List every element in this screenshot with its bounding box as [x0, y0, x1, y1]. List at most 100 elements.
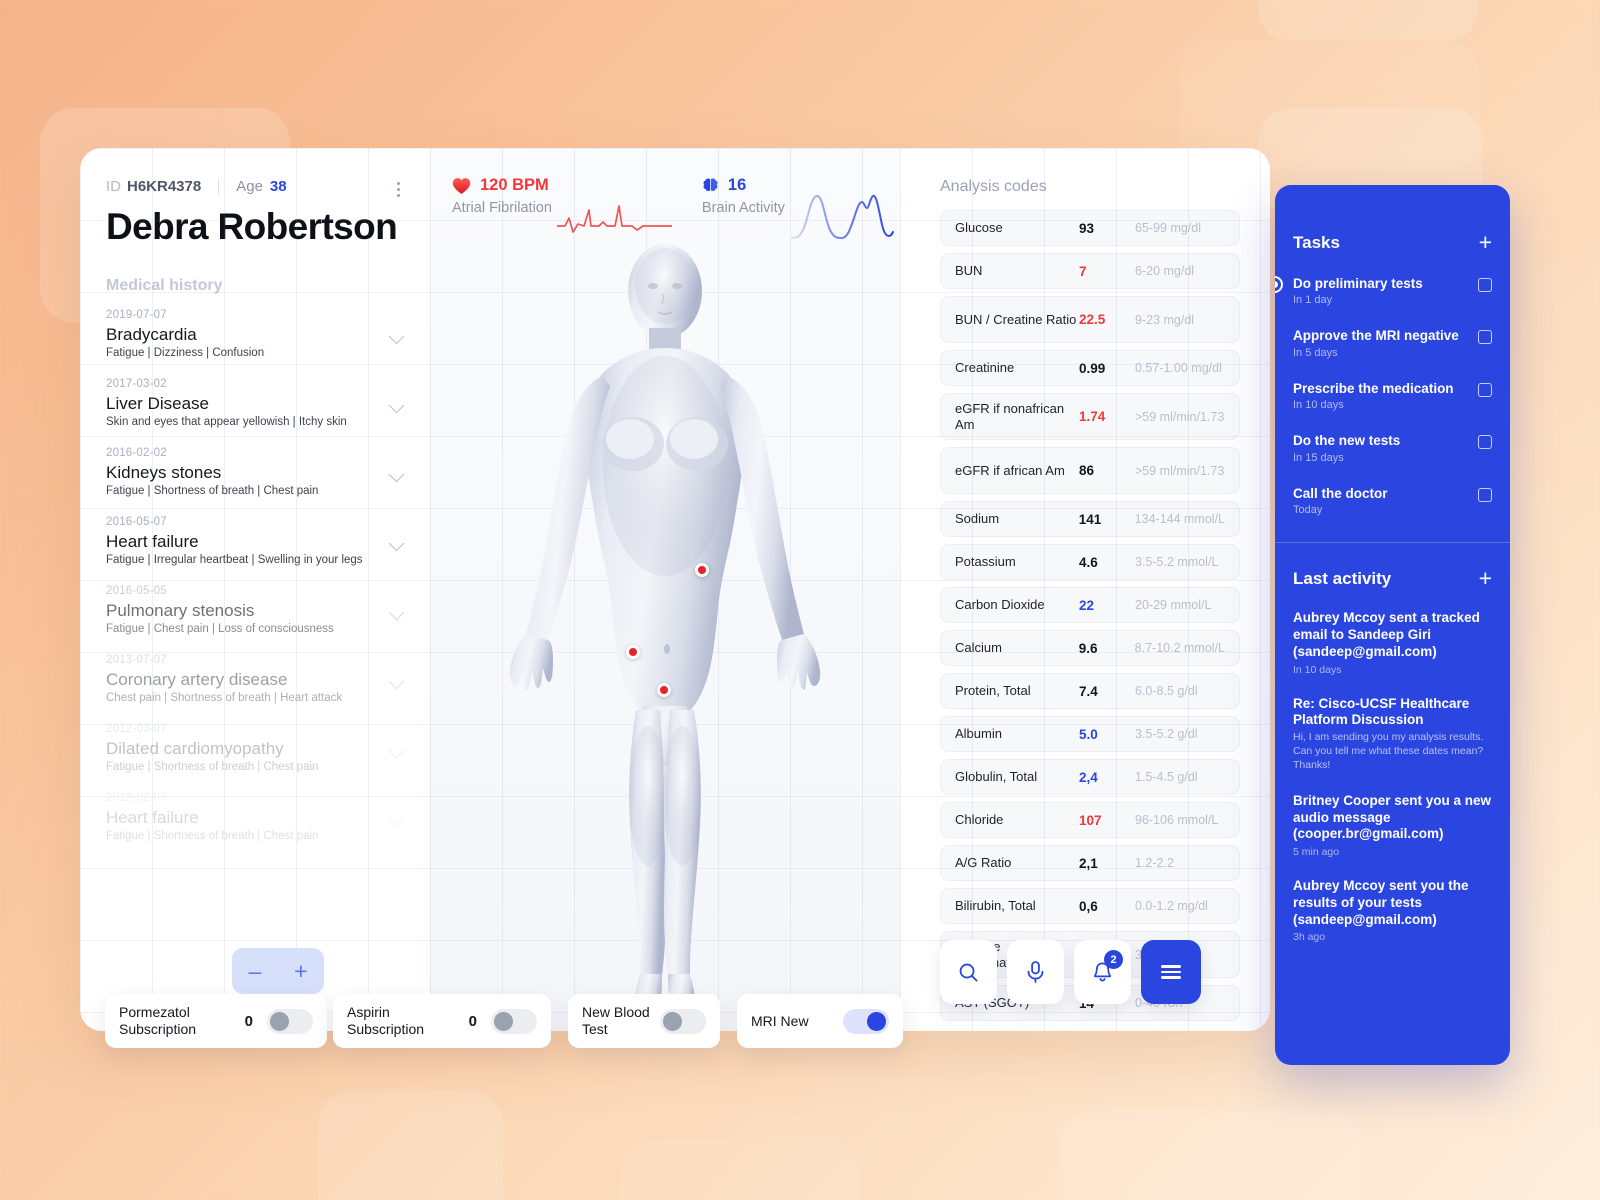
ecg-waveform: [557, 205, 672, 233]
medication-toggle[interactable]: [491, 1008, 537, 1034]
analysis-row[interactable]: Albumin 5.0 3.5-5.2 g/dl: [940, 716, 1240, 752]
notifications-button[interactable]: 2: [1074, 940, 1131, 1004]
medical-history-item[interactable]: 2017-03-02 Liver Disease Skin and eyes tha…: [106, 377, 405, 428]
analysis-name: eGFR if nonafrican Am: [955, 401, 1065, 432]
activity-time: In 10 days: [1293, 663, 1342, 676]
analysis-row[interactable]: Calcium 9.6 8.7-10.2 mmol/L: [940, 630, 1240, 666]
medication-card[interactable]: New Blood Test: [568, 994, 720, 1048]
background-shape: [1258, 0, 1478, 40]
history-date: 2017-03-02: [106, 377, 167, 390]
patient-id-value: H6KR4378: [127, 178, 202, 195]
analysis-title: Analysis codes: [940, 178, 1047, 195]
analysis-row[interactable]: Protein, Total 7.4 6.0-8.5 g/dl: [940, 673, 1240, 709]
menu-button[interactable]: [1141, 940, 1201, 1004]
search-button[interactable]: [940, 940, 997, 1004]
analysis-value: 7.4: [1079, 683, 1098, 699]
analysis-row[interactable]: BUN / Creatine Ratio 22.5 9-23 mg/dl: [940, 296, 1240, 343]
analysis-row[interactable]: Glucose 93 65-99 mg/dl: [940, 210, 1240, 246]
analysis-row[interactable]: Potassium 4.6 3.5-5.2 mmol/L: [940, 544, 1240, 580]
medication-card[interactable]: MRI New: [737, 994, 903, 1048]
notification-badge: 2: [1104, 950, 1123, 969]
analysis-value: 22.5: [1079, 312, 1106, 327]
patient-info-panel: ID H6KR4378 Age 38 Debra Robertson Medic…: [80, 148, 430, 1031]
activity-title-text: Britney Cooper sent you a new audio mess…: [1293, 792, 1492, 842]
analysis-codes-panel: Analysis codes Glucose 93 65-99 mg/dl BUN 7 6…: [900, 148, 1270, 1031]
analysis-row[interactable]: Sodium 141 134-144 mmol/L: [940, 501, 1240, 537]
history-condition: Liver Disease: [106, 393, 209, 413]
voice-input-button[interactable]: [1007, 940, 1064, 1004]
task-item[interactable]: Prescribe the medication In 10 days: [1275, 381, 1510, 411]
analysis-row[interactable]: BUN 7 6-20 mg/dl: [940, 253, 1240, 289]
add-activity-button[interactable]: +: [1479, 567, 1492, 590]
analysis-row[interactable]: Globulin, Total 2,4 1.5-4.5 g/dl: [940, 759, 1240, 795]
body-marker[interactable]: [695, 563, 709, 577]
brain-activity-value: 16: [727, 176, 747, 194]
analysis-row[interactable]: A/G Ratio 2,1 1.2-2.2: [940, 845, 1240, 881]
analysis-range: 65-99 mg/dl: [1135, 221, 1202, 235]
analysis-name: Globulin, Total: [955, 769, 1038, 785]
task-checkbox[interactable]: [1478, 278, 1492, 292]
history-symptoms: Chest pain | Shortness of breath | Heart…: [106, 691, 343, 704]
page-title: Debra Robertson: [106, 206, 398, 247]
medical-history-item[interactable]: 2016-05-07 Heart failure Fatigue | Irregul…: [106, 516, 405, 566]
analysis-range: 134-144 mmol/L: [1134, 512, 1225, 526]
analysis-name: eGFR if african Am: [955, 462, 1065, 478]
activity-item[interactable]: Re: Cisco-UCSF Healthcare Platform Discu…: [1275, 696, 1510, 773]
history-date: 2012-02-07: [106, 791, 167, 804]
analysis-row[interactable]: Creatinine 0.99 0.57-1.00 mg/dl: [940, 350, 1240, 386]
search-icon: [959, 963, 978, 982]
activity-item[interactable]: Aubrey Mccoy sent you the results of you…: [1275, 878, 1510, 943]
analysis-value: 22: [1079, 597, 1095, 613]
more-options-icon[interactable]: [393, 180, 404, 199]
analysis-row[interactable]: eGFR if african Am 86 >59 ml/min/1.73: [940, 447, 1240, 494]
task-checkbox[interactable]: [1478, 435, 1492, 450]
medication-card[interactable]: Aspirin Subscription 0: [333, 994, 551, 1048]
activity-time: 5 min ago: [1293, 846, 1340, 859]
add-task-button[interactable]: +: [1479, 231, 1492, 254]
medical-history-item[interactable]: 2016-05-05 Pulmonary stenosis Fatigue | Ch…: [106, 585, 405, 635]
analysis-name: BUN: [955, 263, 983, 279]
medical-history-item[interactable]: 2019-07-07 Bradycardia Fatigue | Dizziness…: [106, 309, 405, 359]
stepper-decrement-button[interactable]: –: [248, 959, 261, 983]
activity-section: Last activity + Aubrey Mccoy sent a trac…: [1275, 543, 1510, 943]
medication-toggle[interactable]: [660, 1008, 706, 1034]
task-due: In 5 days: [1293, 346, 1338, 359]
active-task-marker: [1275, 278, 1281, 291]
body-marker[interactable]: [626, 645, 640, 659]
body-marker[interactable]: [657, 683, 671, 697]
analysis-row[interactable]: eGFR if nonafrican Am 1.74 >59 ml/min/1.73: [940, 393, 1240, 440]
history-condition: Heart failure: [106, 531, 199, 551]
analysis-name: Carbon Dioxide: [955, 597, 1045, 613]
analysis-range: 6-20 mg/dl: [1135, 264, 1195, 278]
task-checkbox[interactable]: [1478, 382, 1492, 397]
analysis-range: 9-23 mg/dl: [1135, 312, 1195, 327]
task-item[interactable]: Approve the MRI negative In 5 days: [1275, 328, 1510, 359]
activity-item[interactable]: Britney Cooper sent you a new audio mess…: [1275, 793, 1510, 858]
task-checkbox[interactable]: [1478, 487, 1492, 502]
medical-history-item[interactable]: 2012-02-07 Heart failure Fatigue | Shortne…: [106, 791, 405, 842]
activity-item[interactable]: Aubrey Mccoy sent a tracked email to San…: [1275, 610, 1510, 675]
task-item[interactable]: Call the doctor Today: [1275, 486, 1510, 516]
medical-history-item[interactable]: 2016-02-02 Kidneys stones Fatigue | Shortn…: [106, 447, 405, 497]
dose-stepper[interactable]: – +: [232, 948, 324, 994]
analysis-row[interactable]: Bilirubin, Total 0,6 0.0-1.2 mg/dl: [940, 888, 1240, 924]
medical-history-item[interactable]: 2012-03-07 Dilated cardiomyopathy Fatigue …: [106, 723, 405, 773]
analysis-value: 141: [1078, 511, 1102, 527]
medical-history-item[interactable]: 2013-07-07 Coronary artery disease Chest p…: [106, 654, 405, 704]
history-condition: Dilated cardiomyopathy: [106, 738, 284, 758]
activity-title-text: Aubrey Mccoy sent you the results of you…: [1293, 878, 1469, 927]
medication-toggle[interactable]: [843, 1008, 889, 1034]
medication-toggle[interactable]: [267, 1008, 313, 1034]
analysis-range: 96-106 mmol/L: [1135, 813, 1219, 827]
analysis-name: Bilirubin, Total: [955, 898, 1036, 914]
medication-card[interactable]: Pormezatol Subscription 0: [105, 994, 327, 1048]
task-checkbox[interactable]: [1478, 330, 1492, 345]
analysis-row[interactable]: Chloride 107 96-106 mmol/L: [940, 802, 1240, 838]
task-item[interactable]: Do the new tests In 15 days: [1275, 433, 1510, 464]
analysis-row[interactable]: Carbon Dioxide 22 20-29 mmol/L: [940, 587, 1240, 623]
stepper-increment-button[interactable]: +: [294, 959, 307, 983]
analysis-value: 0.99: [1079, 360, 1106, 376]
history-symptoms: Fatigue | Shortness of breath | Chest pa…: [106, 760, 319, 773]
brain-icon: [703, 178, 718, 192]
task-item[interactable]: Do preliminary tests In 1 day: [1275, 276, 1510, 306]
